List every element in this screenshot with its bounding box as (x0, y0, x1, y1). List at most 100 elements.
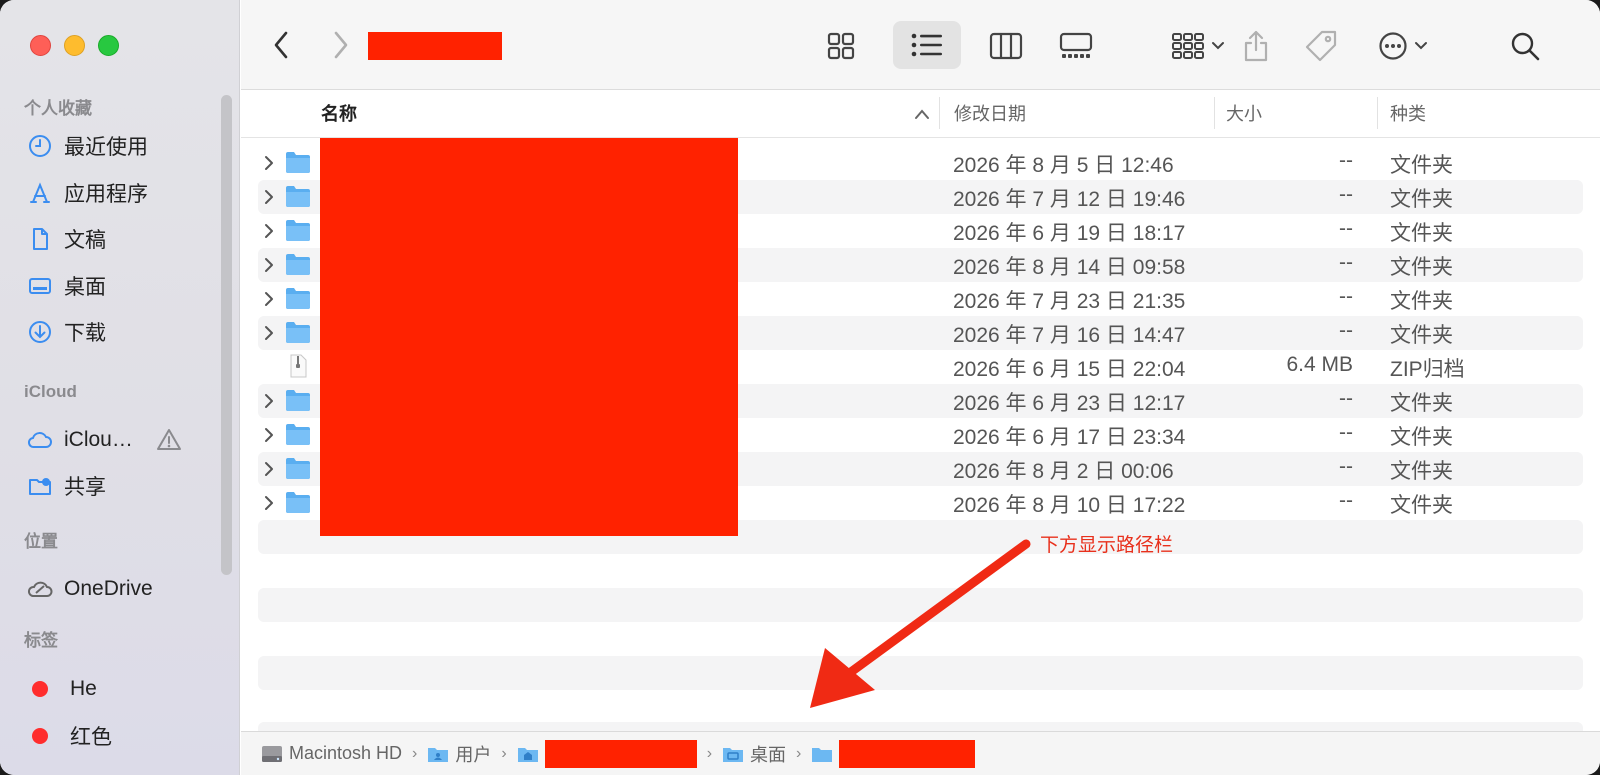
sidebar-item-desktop[interactable]: 桌面 (26, 269, 106, 303)
file-size: -- (1339, 387, 1353, 410)
sidebar-item-icloud-drive[interactable]: iClou… (26, 423, 133, 457)
annotation-arrow-icon (810, 539, 1031, 708)
file-size: -- (1339, 455, 1353, 478)
file-kind: 文件夹 (1390, 188, 1453, 211)
back-button[interactable] (266, 28, 296, 62)
clock-icon (26, 132, 54, 160)
file-size: -- (1339, 149, 1353, 172)
chevron-right-icon (334, 31, 348, 59)
file-size: -- (1339, 183, 1353, 206)
zip-file-icon (290, 354, 307, 378)
disclosure-chevron-icon[interactable] (262, 256, 276, 274)
folder-icon (286, 186, 310, 207)
tag-color-dot (32, 728, 48, 744)
disclosure-chevron-icon[interactable] (262, 460, 276, 478)
file-kind: 文件夹 (1390, 256, 1453, 279)
gallery-view-button[interactable] (1046, 24, 1106, 68)
column-divider[interactable] (939, 97, 940, 129)
tag-button[interactable] (1299, 22, 1343, 70)
sidebar-scrollbar[interactable] (221, 95, 232, 575)
file-kind: 文件夹 (1390, 290, 1453, 313)
folder-icon (812, 747, 833, 762)
sidebar-item-downloads[interactable]: 下载 (26, 315, 106, 349)
path-crumb-label: 桌面 (750, 744, 787, 765)
minimize-window-button[interactable] (64, 35, 85, 56)
folder-icon (286, 492, 310, 513)
toolbar (241, 0, 1600, 90)
file-names-redacted (320, 138, 738, 536)
disclosure-chevron-icon[interactable] (262, 494, 276, 512)
column-view-button[interactable] (976, 24, 1036, 68)
desktop-icon (26, 272, 54, 300)
sidebar-item-recents[interactable]: 最近使用 (26, 129, 148, 163)
annotation-text: 下方显示路径栏 (1040, 535, 1174, 556)
close-window-button[interactable] (30, 35, 51, 56)
column-divider[interactable] (1214, 97, 1215, 129)
list-view-button[interactable] (893, 21, 961, 69)
warning-icon[interactable] (155, 426, 183, 454)
file-modified-date: 2026 年 8 月 2 日 00:06 (953, 460, 1174, 483)
file-kind: 文件夹 (1390, 494, 1453, 517)
path-crumb-redacted (544, 739, 697, 768)
folder-icon (286, 152, 310, 173)
file-kind: 文件夹 (1390, 324, 1453, 347)
file-size: -- (1339, 489, 1353, 512)
path-separator-icon: › (501, 744, 507, 762)
sidebar-item-applications[interactable]: 应用程序 (26, 176, 148, 210)
file-size: -- (1339, 217, 1353, 240)
finder-window: 个人收藏 最近使用 应用程序 文稿 桌面 下载 iCloud iClou… 共享… (0, 0, 1600, 775)
column-header-size[interactable]: 大小 (1226, 100, 1262, 126)
icon-view-button[interactable] (811, 24, 871, 68)
share-icon (1244, 30, 1268, 62)
disclosure-chevron-icon[interactable] (262, 324, 276, 342)
path-crumb-home[interactable]: › (517, 739, 722, 768)
file-kind: 文件夹 (1390, 222, 1453, 245)
tags-header: 标签 (24, 631, 58, 650)
disclosure-chevron-icon[interactable] (262, 392, 276, 410)
sidebar-item-documents[interactable]: 文稿 (26, 222, 106, 256)
forward-button[interactable] (326, 28, 356, 62)
path-crumb-users[interactable]: 用户 › (427, 741, 516, 767)
group-grid-icon (1172, 33, 1204, 59)
path-crumb-desktop[interactable]: 桌面 › (722, 741, 811, 767)
tag-icon (1305, 30, 1337, 62)
sidebar-item-onedrive[interactable]: OneDrive (26, 572, 153, 606)
column-header-modified[interactable]: 修改日期 (954, 100, 1026, 126)
file-modified-date: 2026 年 6 月 17 日 23:34 (953, 426, 1186, 449)
disclosure-chevron-icon[interactable] (262, 154, 276, 172)
disclosure-chevron-icon[interactable] (262, 188, 276, 206)
path-crumb-label: Macintosh HD (289, 743, 403, 763)
file-modified-date: 2026 年 7 月 23 日 21:35 (953, 290, 1186, 313)
hard-drive-icon (262, 745, 282, 762)
column-header-kind[interactable]: 种类 (1390, 100, 1426, 126)
icloud-header: iCloud (24, 382, 77, 401)
desktop-folder-icon (723, 747, 744, 762)
sidebar-item-label: 应用程序 (64, 183, 148, 206)
path-crumb-current[interactable] (811, 739, 976, 768)
file-kind: 文件夹 (1390, 460, 1453, 483)
sidebar-item-shared[interactable]: 共享 (26, 469, 106, 503)
sidebar-item-tag-red[interactable]: 红色 (26, 719, 112, 753)
file-kind: 文件夹 (1390, 426, 1453, 449)
tag-color-dot (32, 681, 48, 697)
file-size: -- (1339, 251, 1353, 274)
more-actions-button[interactable] (1371, 24, 1435, 68)
group-by-button[interactable] (1163, 24, 1233, 68)
zoom-window-button[interactable] (98, 35, 119, 56)
column-header-name[interactable]: 名称 (321, 100, 357, 126)
sort-ascending-chevron-icon[interactable] (914, 108, 930, 120)
sidebar-item-label: He (70, 677, 97, 700)
disclosure-chevron-icon[interactable] (262, 426, 276, 444)
path-crumb-disk[interactable]: Macintosh HD › (261, 743, 427, 764)
disclosure-chevron-icon[interactable] (262, 290, 276, 308)
share-button[interactable] (1236, 22, 1276, 70)
search-button[interactable] (1503, 24, 1547, 68)
sidebar-item-tag-he[interactable]: He (26, 672, 97, 706)
cloud-icon (26, 426, 54, 454)
disclosure-chevron-icon[interactable] (262, 222, 276, 240)
gallery-icon (1059, 32, 1093, 58)
column-divider[interactable] (1377, 97, 1378, 129)
path-separator-icon: › (796, 744, 802, 762)
folder-icon (286, 288, 310, 309)
file-modified-date: 2026 年 6 月 23 日 12:17 (953, 392, 1186, 415)
